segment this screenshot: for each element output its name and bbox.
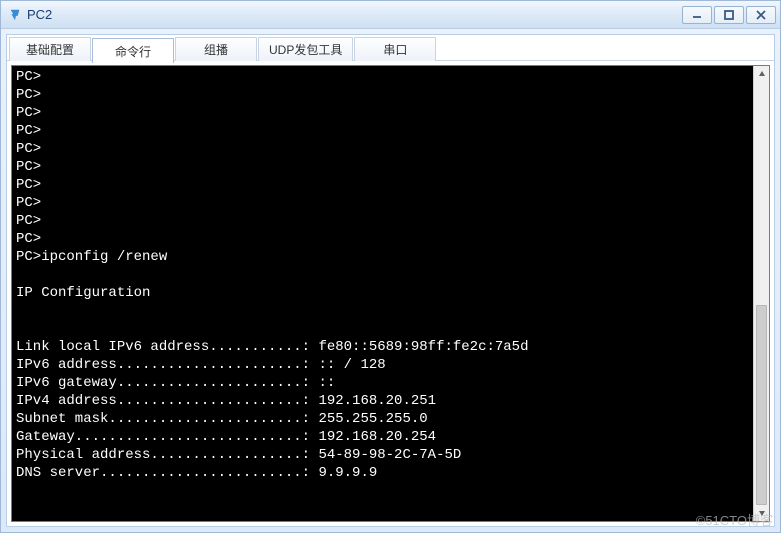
maximize-button[interactable]: [714, 6, 744, 24]
scroll-up-button[interactable]: [754, 66, 769, 82]
tab-cli[interactable]: 命令行: [92, 38, 174, 63]
tab-bar: 基础配置 命令行 组播 UDP发包工具 串口: [7, 35, 774, 61]
app-window: PC2 基础配置 命令行 组播 UDP发包工具 串口 PC> PC> PC> P…: [0, 0, 781, 533]
scrollbar-track[interactable]: [754, 82, 769, 505]
window-controls: [680, 6, 776, 24]
titlebar: PC2: [1, 1, 780, 29]
scroll-down-button[interactable]: [754, 505, 769, 521]
tab-multicast[interactable]: 组播: [175, 37, 257, 61]
scrollbar-thumb[interactable]: [756, 305, 767, 505]
terminal-scrollbar[interactable]: [753, 66, 769, 521]
app-icon: [7, 7, 23, 23]
window-title: PC2: [27, 7, 680, 22]
terminal-output[interactable]: PC> PC> PC> PC> PC> PC> PC> PC> PC> PC> …: [12, 66, 753, 521]
close-button[interactable]: [746, 6, 776, 24]
tab-serial[interactable]: 串口: [354, 37, 436, 61]
terminal-panel: PC> PC> PC> PC> PC> PC> PC> PC> PC> PC> …: [11, 65, 770, 522]
tab-basic-config[interactable]: 基础配置: [9, 37, 91, 61]
minimize-button[interactable]: [682, 6, 712, 24]
client-area: 基础配置 命令行 组播 UDP发包工具 串口 PC> PC> PC> PC> P…: [6, 34, 775, 527]
tab-udp-tool[interactable]: UDP发包工具: [258, 37, 353, 61]
